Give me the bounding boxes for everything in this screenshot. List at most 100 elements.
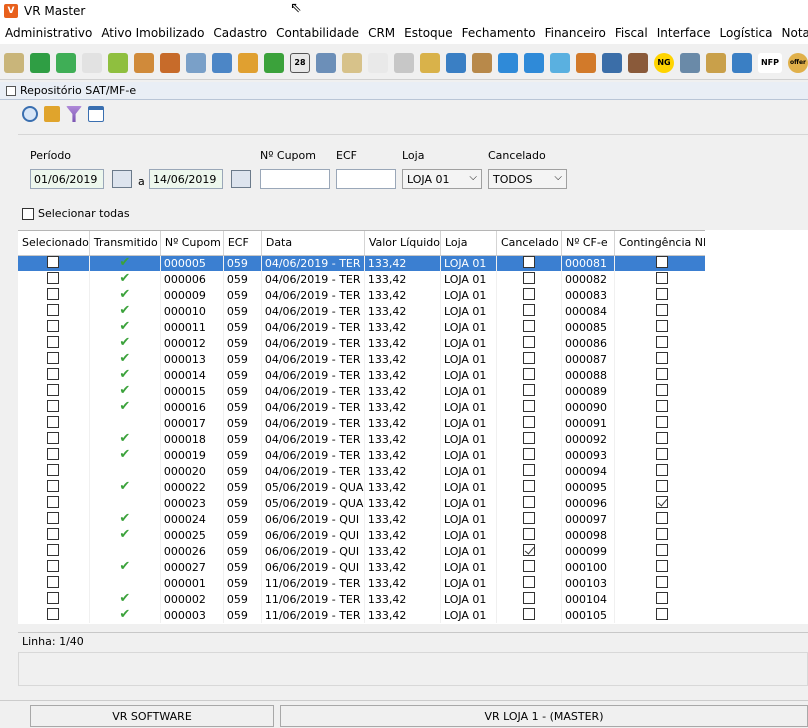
filter-icon[interactable] — [66, 106, 82, 122]
menu-item[interactable]: Cadastro — [208, 26, 271, 40]
selecionado-checkbox[interactable] — [47, 431, 60, 444]
contingencia-checkbox[interactable] — [656, 495, 669, 508]
caduceus-icon[interactable] — [706, 52, 726, 73]
cancelado-checkbox[interactable] — [522, 463, 535, 476]
users-icon[interactable] — [134, 52, 154, 73]
t-arrow-icon[interactable] — [524, 52, 544, 73]
contingencia-checkbox[interactable] — [656, 607, 669, 620]
cancelado-checkbox[interactable] — [522, 543, 535, 556]
monitor-icon[interactable] — [212, 52, 232, 73]
menu-item[interactable]: Fechamento — [457, 26, 540, 40]
menu-item[interactable]: CRM — [363, 26, 399, 40]
tag-icon[interactable] — [56, 52, 76, 73]
chart-icon[interactable] — [238, 52, 258, 73]
calendar-icon[interactable] — [112, 170, 132, 188]
selecionado-checkbox[interactable] — [47, 367, 60, 380]
selecionado-checkbox[interactable] — [47, 287, 60, 300]
cancelado-checkbox[interactable] — [522, 367, 535, 380]
cupom-input[interactable] — [260, 169, 330, 189]
column-header[interactable]: Data — [261, 231, 365, 256]
column-header[interactable]: Transmitido — [89, 231, 161, 256]
menu-item[interactable]: Financeiro — [540, 26, 610, 40]
cancelado-checkbox[interactable] — [522, 415, 535, 428]
column-header[interactable]: Nº CF-e — [561, 231, 615, 256]
cancelado-checkbox[interactable] — [522, 335, 535, 348]
table-row[interactable]: ✔ 000016 059 04/06/2019 - TER 133,42 LOJA 01 0… — [18, 399, 711, 415]
selecionado-checkbox[interactable] — [47, 351, 60, 364]
table-row[interactable]: ✔ 000018 059 04/06/2019 - TER 133,42 LOJA 01 0… — [18, 431, 711, 447]
menu-item[interactable]: Logística — [714, 26, 776, 40]
menu-item[interactable]: Administrativo — [0, 26, 96, 40]
contingencia-checkbox[interactable] — [656, 479, 669, 492]
selecionado-checkbox[interactable] — [47, 591, 60, 604]
cancelado-checkbox[interactable] — [522, 431, 535, 444]
nfp-icon[interactable]: NFP — [758, 52, 782, 73]
network-icon[interactable] — [680, 52, 700, 73]
document-icon[interactable] — [186, 52, 206, 73]
selecionado-checkbox[interactable] — [47, 319, 60, 332]
contingencia-checkbox[interactable] — [656, 383, 669, 396]
menu-item[interactable]: Interface — [652, 26, 715, 40]
printer-icon[interactable] — [602, 52, 622, 73]
contingencia-checkbox[interactable] — [656, 255, 669, 268]
contingencia-checkbox[interactable] — [656, 351, 669, 364]
table-row[interactable]: 000017 059 04/06/2019 - TER 133,42 LOJA 01 00… — [18, 415, 711, 431]
selecionado-checkbox[interactable] — [47, 607, 60, 620]
cancelado-checkbox[interactable] — [522, 383, 535, 396]
cancelado-checkbox[interactable] — [522, 399, 535, 412]
table-row[interactable]: 000001 059 11/06/2019 - TER 133,42 LOJA 01 00… — [18, 575, 711, 591]
window-layout-icon[interactable] — [88, 106, 104, 122]
column-header[interactable]: Nº Cupom — [160, 231, 224, 256]
selecionado-checkbox[interactable] — [47, 415, 60, 428]
cancelado-checkbox[interactable] — [522, 479, 535, 492]
table-row[interactable]: ✔ 000011 059 04/06/2019 - TER 133,42 LOJA 01 0… — [18, 319, 711, 335]
cancelado-checkbox[interactable] — [522, 607, 535, 620]
column-header[interactable]: Cancelado — [496, 231, 562, 256]
cancelado-checkbox[interactable] — [522, 591, 535, 604]
box-icon[interactable] — [342, 52, 362, 73]
list-icon[interactable] — [394, 52, 414, 73]
ng-icon[interactable]: NG — [654, 52, 674, 73]
cancelado-checkbox[interactable] — [522, 271, 535, 284]
column-header[interactable]: Selecionado — [18, 231, 90, 256]
checkbox[interactable] — [22, 207, 34, 220]
table-row[interactable]: ✔ 000013 059 04/06/2019 - TER 133,42 LOJA 01 0… — [18, 351, 711, 367]
contingencia-checkbox[interactable] — [656, 527, 669, 540]
selecionado-checkbox[interactable] — [47, 271, 60, 284]
date-from-field[interactable]: 01/06/2019 — [30, 169, 104, 189]
loja-select[interactable]: LOJA 01 ⌵ — [402, 169, 482, 189]
column-header[interactable]: Loja — [440, 231, 497, 256]
selecionado-checkbox[interactable] — [47, 463, 60, 476]
menu-item[interactable]: Fiscal — [610, 26, 652, 40]
table-row[interactable]: ✔ 000002 059 11/06/2019 - TER 133,42 LOJA 01 0… — [18, 591, 711, 607]
table-row[interactable]: ✔ 000027 059 06/06/2019 - QUI 133,42 LOJA 01 0… — [18, 559, 711, 575]
area-chart-icon[interactable] — [446, 52, 466, 73]
contingencia-checkbox[interactable] — [656, 287, 669, 300]
contingencia-checkbox[interactable] — [656, 319, 669, 332]
presentation-icon[interactable] — [82, 52, 102, 73]
page-icon[interactable] — [368, 52, 388, 73]
contingencia-checkbox[interactable] — [656, 511, 669, 524]
table-row[interactable]: 000023 059 05/06/2019 - QUA 133,42 LOJA 01 00… — [18, 495, 711, 511]
selecionado-checkbox[interactable] — [47, 383, 60, 396]
table-row[interactable]: ✔ 000019 059 04/06/2019 - TER 133,42 LOJA 01 0… — [18, 447, 711, 463]
undo-icon[interactable] — [264, 52, 284, 73]
selecionado-checkbox[interactable] — [47, 303, 60, 316]
search-icon[interactable] — [22, 106, 38, 122]
contingencia-checkbox[interactable] — [656, 575, 669, 588]
money-hand-icon[interactable] — [420, 52, 440, 73]
cancelado-checkbox[interactable] — [522, 559, 535, 572]
table-row[interactable]: ✔ 000024 059 06/06/2019 - QUI 133,42 LOJA 01 0… — [18, 511, 711, 527]
truck-icon[interactable] — [576, 52, 596, 73]
cancelado-checkbox[interactable] — [522, 575, 535, 588]
cancelado-checkbox[interactable] — [522, 351, 535, 364]
contingencia-checkbox[interactable] — [656, 367, 669, 380]
table-row[interactable]: ✔ 000005 059 04/06/2019 - TER 133,42 LOJA 01 0… — [18, 255, 711, 271]
cancelado-checkbox[interactable] — [522, 287, 535, 300]
table-row[interactable]: ✔ 000010 059 04/06/2019 - TER 133,42 LOJA 01 0… — [18, 303, 711, 319]
group-icon[interactable] — [160, 52, 180, 73]
selecionado-checkbox[interactable] — [47, 447, 60, 460]
table-row[interactable]: ✔ 000025 059 06/06/2019 - QUI 133,42 LOJA 01 0… — [18, 527, 711, 543]
selecionado-checkbox[interactable] — [47, 479, 60, 492]
cancelado-checkbox[interactable] — [522, 303, 535, 316]
